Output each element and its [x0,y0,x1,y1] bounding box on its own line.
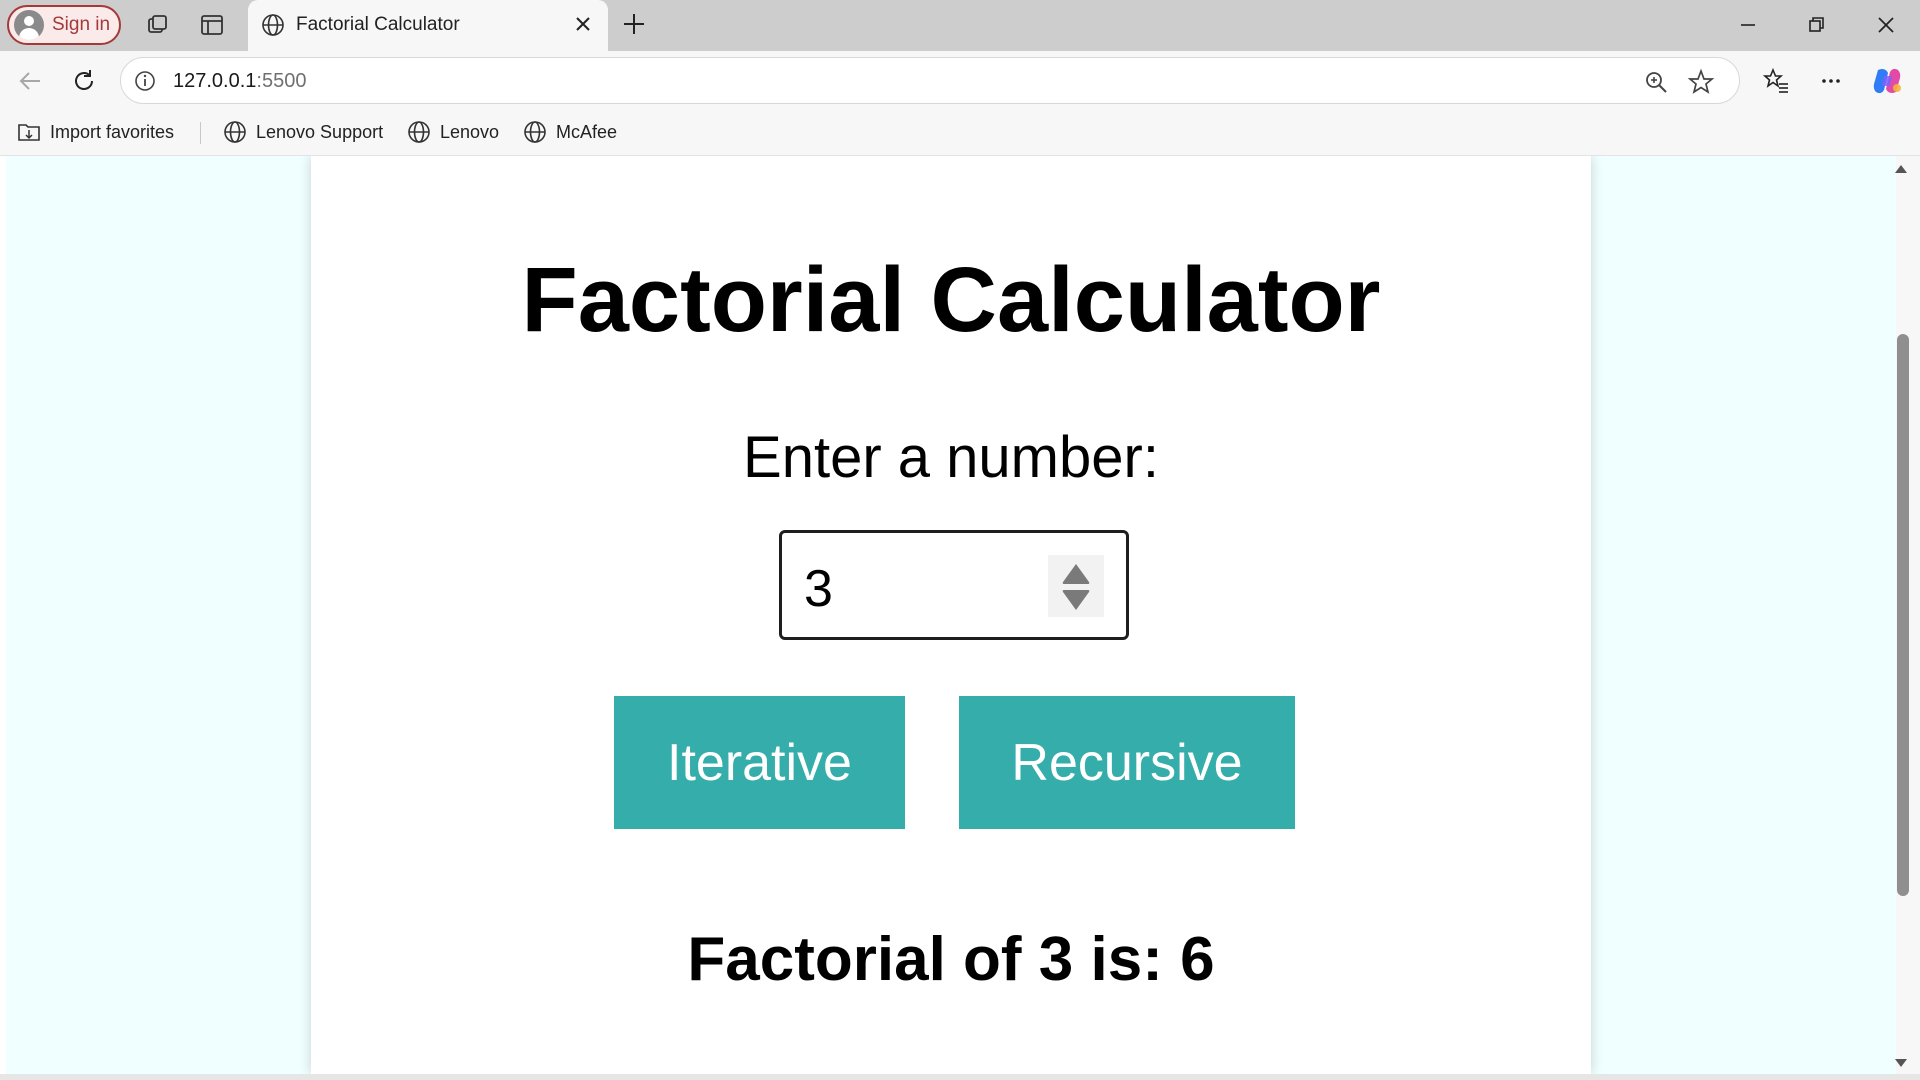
tab-factorial-calculator[interactable]: Factorial Calculator [248,0,608,51]
scroll-up-arrow-icon[interactable] [1893,162,1909,180]
back-arrow-icon[interactable] [16,67,44,100]
tab-title: Factorial Calculator [296,14,460,35]
refresh-icon[interactable] [70,67,98,100]
globe-icon [408,121,430,143]
url-port: :5500 [256,70,307,92]
globe-icon [524,121,546,143]
favorite-import-favorites[interactable]: Import favorites [16,119,174,145]
url-host: 127.0.0.1 [173,70,257,92]
new-tab-icon[interactable] [620,10,648,43]
number-input-value: 3 [804,560,833,618]
address-row: 127.0.0.1:5500 [0,51,1920,110]
favorites-list-icon[interactable] [1762,67,1790,100]
tab-bar: Sign in Factorial Calculator [0,0,1920,51]
favorites-divider [200,122,201,144]
factorial-result: Factorial of 3 is: 6 [687,925,1215,994]
sign-in-label: Sign in [52,14,111,35]
favorites-bar: Import favorites Lenovo Support Lenovo M… [0,110,1920,156]
globe-icon [224,121,246,143]
favorite-mcafee[interactable]: McAfee [522,119,617,145]
calculator-card: Factorial Calculator Enter a number: 3 I… [311,156,1591,1074]
restore-icon[interactable] [1803,12,1829,38]
spinner-up-icon[interactable] [1060,561,1092,590]
site-info-icon[interactable] [133,69,157,98]
favorite-lenovo[interactable]: Lenovo [406,119,499,145]
favorite-label: Lenovo [440,121,500,142]
globe-icon [260,12,286,43]
close-tab-icon[interactable] [572,13,594,40]
window-bottom-edge [0,1074,1920,1080]
address-bar[interactable]: 127.0.0.1:5500 [120,57,1740,104]
scrollbar-thumb[interactable] [1897,334,1909,896]
favorite-label: Import favorites [50,121,175,142]
spinner-down-icon[interactable] [1060,589,1092,618]
number-input[interactable]: 3 [779,530,1129,640]
more-options-icon[interactable] [1817,67,1845,100]
copilot-icon[interactable] [1870,64,1904,103]
minimize-icon[interactable] [1735,12,1761,38]
sign-in-button[interactable]: Sign in [7,5,121,45]
vertical-tabs-icon[interactable] [199,12,225,38]
iterative-button[interactable]: Iterative [614,696,905,829]
page-viewport: Factorial Calculator Enter a number: 3 I… [6,156,1896,1074]
favorite-label: McAfee [556,121,618,142]
number-prompt-label: Enter a number: [743,425,1159,490]
workspaces-icon[interactable] [145,12,171,38]
zoom-icon[interactable] [1643,69,1669,100]
url-text[interactable]: 127.0.0.1:5500 [173,70,306,93]
favorite-star-icon[interactable] [1687,68,1715,101]
favorite-lenovo-support[interactable]: Lenovo Support [222,119,383,145]
close-window-icon[interactable] [1873,12,1899,38]
number-spinner[interactable] [1048,555,1104,617]
recursive-button[interactable]: Recursive [959,696,1295,829]
favorite-label: Lenovo Support [256,121,384,142]
page-title: Factorial Calculator [521,249,1381,351]
import-folder-icon [18,124,40,141]
scroll-down-arrow-icon[interactable] [1893,1056,1909,1074]
profile-avatar-icon [14,10,44,40]
